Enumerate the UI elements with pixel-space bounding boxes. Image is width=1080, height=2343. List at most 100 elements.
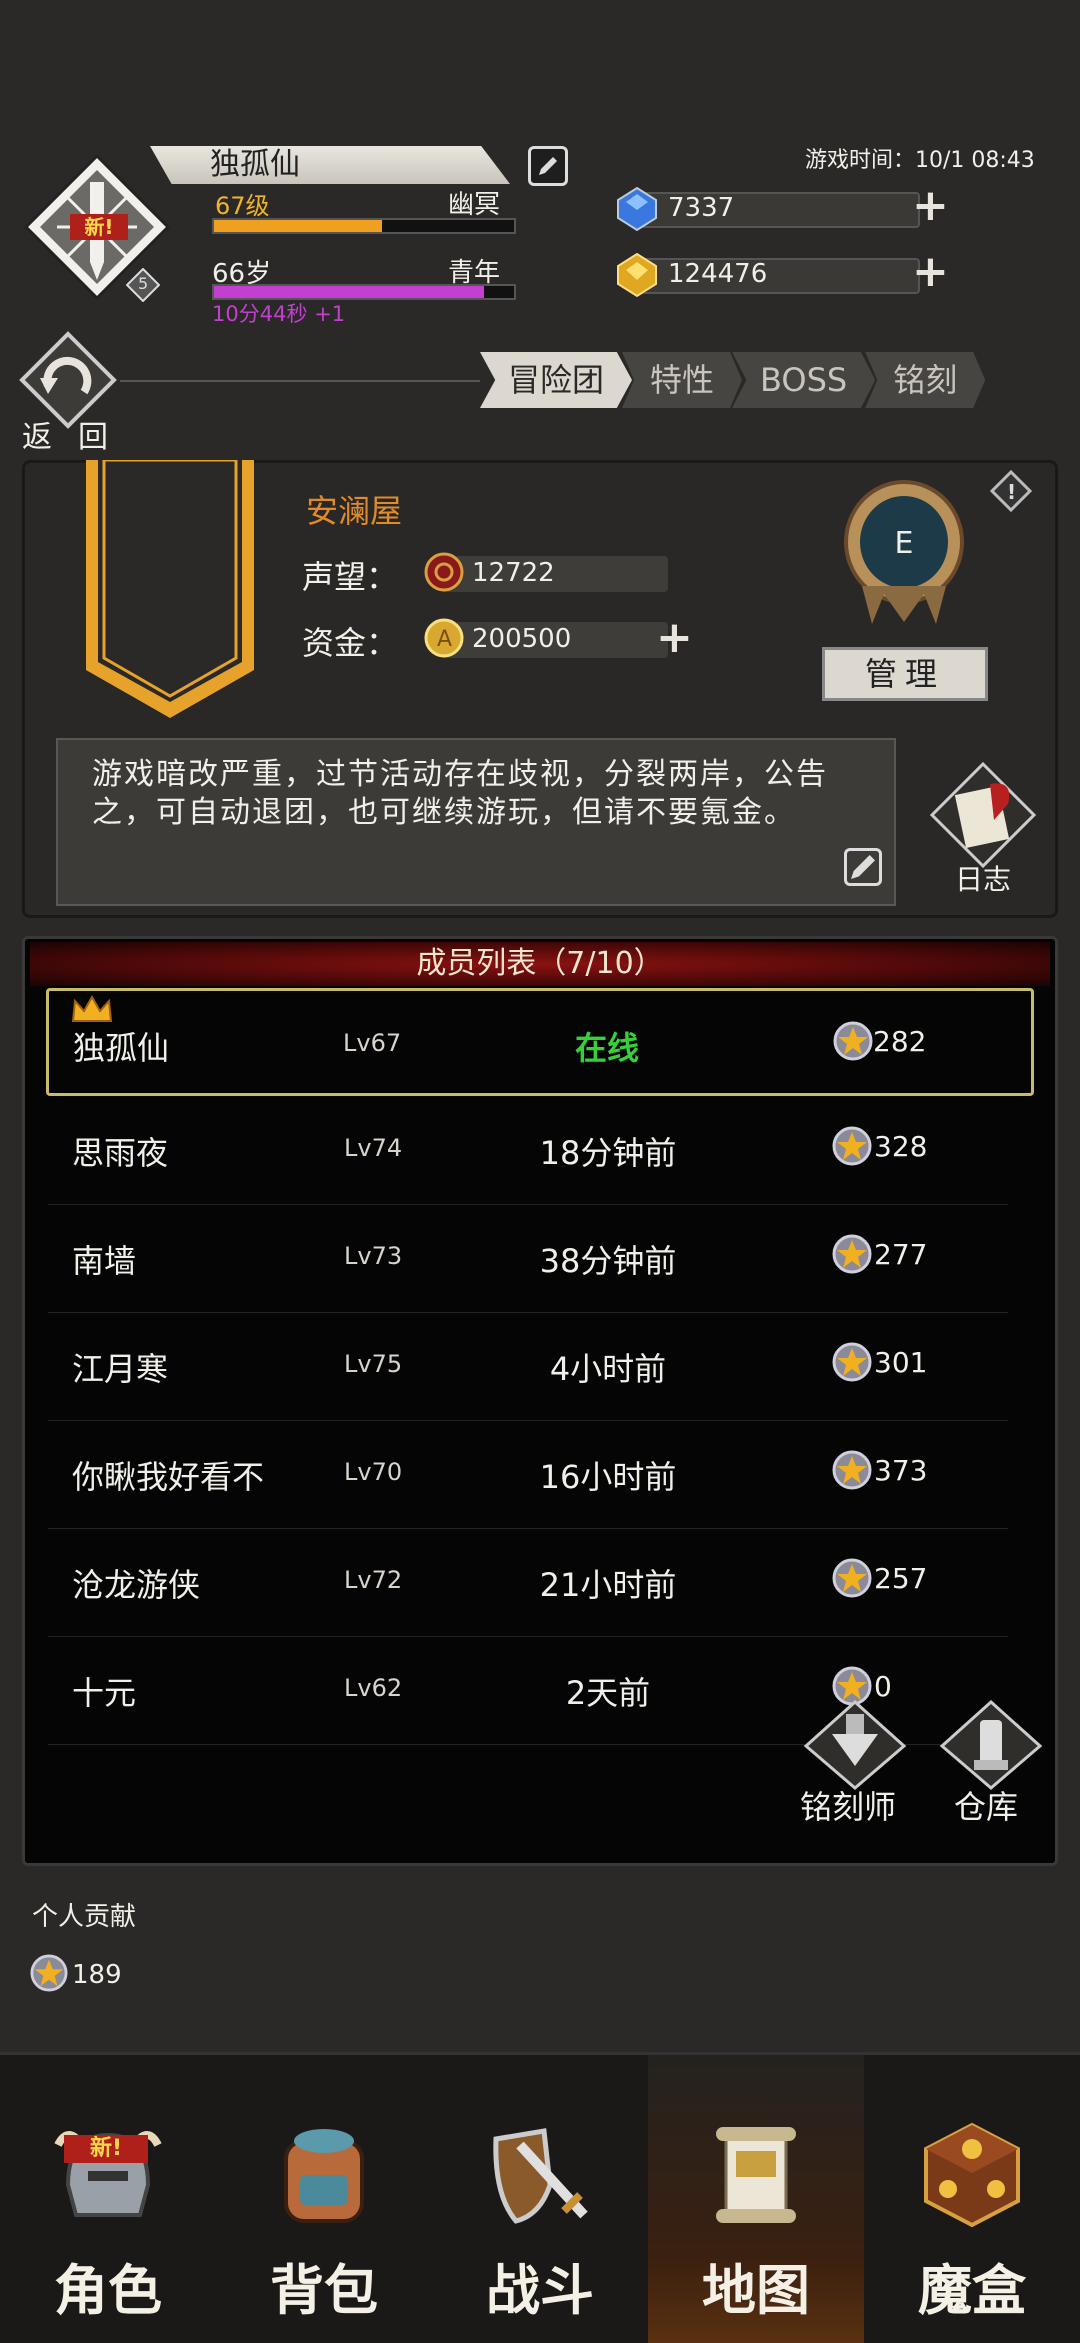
member-status: 18分钟前 [539,1134,677,1172]
member-name: 十元 [72,1674,137,1712]
helmet-icon [54,2131,162,2217]
tab-divider [120,380,480,382]
guild-name: 安澜屋 [306,492,403,530]
member-name: 你瞅我好看不 [72,1458,265,1496]
nav-label: 战斗 [486,2259,594,2322]
svg-text:A: A [437,627,452,652]
member-name: 南墙 [72,1242,137,1280]
game-time: 游戏时间：10/1 08:43 [805,148,1035,173]
age-timer: 10分44秒 +1 [212,302,346,326]
tab-bar: 冒险团 特性 BOSS 铭刻 [480,352,986,408]
member-status: 16小时前 [539,1458,677,1496]
contribution-icon [832,1558,872,1598]
member-points: 277 [874,1238,928,1271]
add-funds-button[interactable]: + [656,616,693,660]
tab-engrave[interactable]: 铭刻 [865,352,986,408]
member-level: Lv73 [344,1242,403,1270]
gem-icon [617,186,657,232]
member-points: 282 [873,1025,927,1058]
edit-notice-button[interactable] [844,848,882,886]
info-icon[interactable]: ! [990,470,1032,512]
exp-bar [212,218,516,234]
member-level: Lv74 [344,1134,403,1162]
gold-value: 124476 [668,259,768,289]
pencil-icon [539,157,557,175]
backpack-icon [284,2129,364,2223]
contribution-icon [832,1450,872,1490]
engraver-icon[interactable] [800,1700,910,1790]
nav-battle[interactable]: 战斗 [432,2055,648,2343]
add-gold-button[interactable]: + [912,250,949,294]
member-level: Lv72 [344,1566,403,1594]
member-points: 328 [874,1130,928,1163]
character-name: 独孤仙 [150,146,510,184]
nav-label: 角色 [54,2259,162,2322]
add-gems-button[interactable]: + [912,184,949,228]
crown-icon [71,995,113,1022]
back-button-label[interactable]: 返回 [22,412,134,456]
member-level: Lv70 [344,1458,403,1486]
member-status: 4小时前 [549,1350,667,1388]
member-level: Lv62 [344,1674,403,1702]
level-text: 67级 [215,192,270,220]
gem-value: 7337 [668,193,735,223]
contribution-icon [832,1234,872,1274]
member-points: 0 [874,1670,892,1703]
contribution-icon [832,1342,872,1382]
funds-label: 资金： [302,624,399,662]
contribution-icon [30,1954,68,1992]
engraver-label[interactable]: 铭刻师 [800,1782,896,1828]
nav-character[interactable]: 新! 角色 [0,2055,216,2343]
member-row[interactable]: 南墙 Lv73 38分钟前 277 [48,1204,1008,1313]
storage-icon[interactable] [936,1700,1046,1790]
contribution-icon [832,1126,872,1166]
member-status: 在线 [574,1029,639,1067]
nav-map[interactable]: 地图 [648,2055,864,2343]
coin-icon: A [424,618,464,658]
member-row[interactable]: 思雨夜 Lv74 18分钟前 328 [48,1096,1008,1205]
svg-text:!: ! [1007,480,1016,504]
contribution-icon [833,1021,873,1061]
tab-traits[interactable]: 特性 [622,352,743,408]
member-points: 257 [874,1562,928,1595]
member-name: 沧龙游侠 [72,1566,201,1604]
member-status: 38分钟前 [539,1242,677,1280]
member-points: 301 [874,1346,928,1379]
member-name: 江月寒 [72,1350,169,1388]
personal-contribution-label: 个人贡献 [32,1902,137,1932]
member-row[interactable]: 你瞅我好看不 Lv70 16小时前 373 [48,1420,1008,1529]
member-level: Lv75 [344,1350,403,1378]
nav-backpack[interactable]: 背包 [216,2055,432,2343]
magic-cube-icon [924,2122,1020,2228]
member-name: 思雨夜 [72,1134,169,1172]
guild-notice: 游戏暗改严重，过节活动存在歧视，分裂两岸，公告之，可自动退团，也可继续游玩，但请… [56,738,896,906]
member-points: 373 [874,1454,928,1487]
storage-label[interactable]: 仓库 [954,1782,1018,1828]
new-badge: 新! [70,214,128,240]
realm-text: 幽冥 [448,190,501,220]
nav-label: 地图 [702,2259,810,2322]
tab-adventure-group[interactable]: 冒险团 [480,352,633,408]
nav-magic-box[interactable]: 魔盒 [864,2055,1080,2343]
gold-icon [617,252,657,298]
funds-value: 200500 [472,624,572,654]
sword-shield-icon [493,2128,588,2224]
edit-name-button[interactable] [528,146,568,186]
log-label[interactable]: 日志 [955,858,1011,898]
nav-label: 背包 [270,2259,378,2322]
nav-label: 魔盒 [918,2259,1026,2322]
scroll-quill-icon[interactable] [928,760,1038,870]
member-status: 2天前 [565,1674,651,1712]
guild-rank: E [894,526,914,561]
member-list-title: 成员列表（7/10） [30,942,1050,986]
manage-button[interactable]: 管理 [822,647,988,701]
member-level: Lv67 [343,1029,402,1057]
member-row[interactable]: 江月寒 Lv75 4小时前 301 [48,1312,1008,1421]
member-row[interactable]: 沧龙游侠 Lv72 21小时前 257 [48,1528,1008,1637]
member-name: 独孤仙 [73,1029,170,1067]
tab-boss[interactable]: BOSS [732,352,876,408]
reputation-value: 12722 [472,558,555,588]
reputation-label: 声望： [302,558,399,596]
rank-diamond: 5 [125,267,161,303]
member-row[interactable]: 独孤仙 Lv67 在线 282 [46,988,1034,1096]
